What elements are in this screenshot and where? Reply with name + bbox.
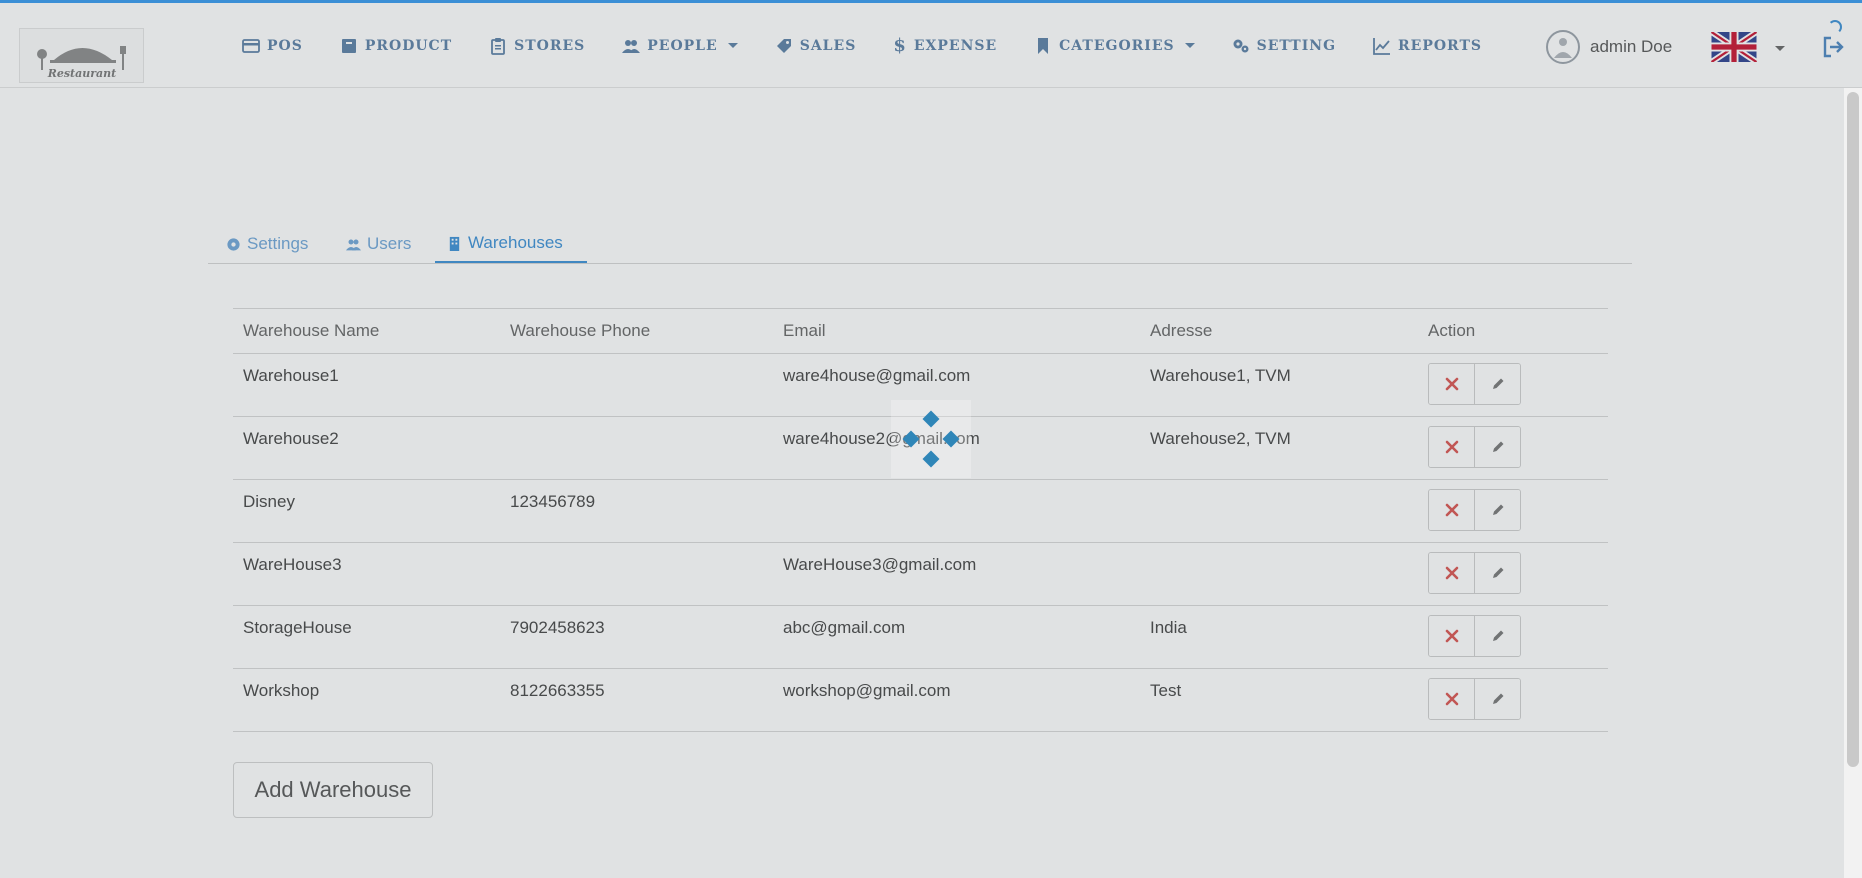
loading-overlay [0,88,1862,878]
loading-indicator [891,400,971,478]
loading-spinner-icon [902,410,960,468]
scrollbar-thumb[interactable] [1847,92,1859,767]
navbar-shade [0,3,1862,88]
